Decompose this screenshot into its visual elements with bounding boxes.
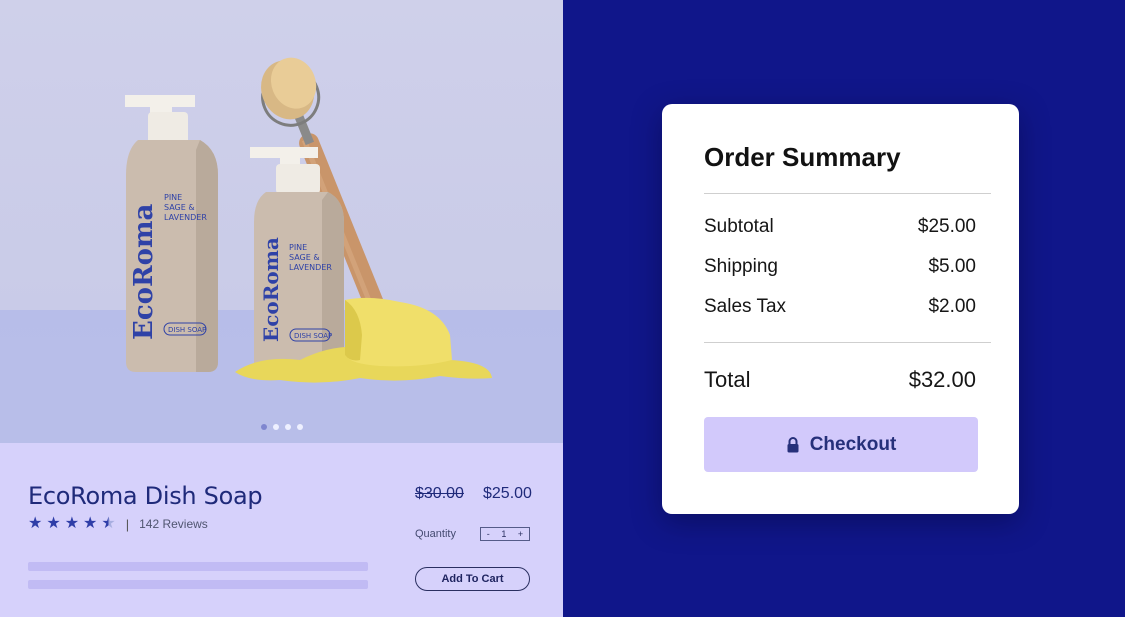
row-value: $5.00 bbox=[928, 256, 976, 277]
lock-icon bbox=[786, 436, 800, 453]
row-label: Subtotal bbox=[704, 216, 774, 237]
row-value: $25.00 bbox=[917, 216, 976, 237]
svg-text:DISH SOAP: DISH SOAP bbox=[294, 332, 332, 340]
total-row: Total $32.00 bbox=[704, 367, 976, 393]
carousel-dot[interactable] bbox=[272, 424, 279, 430]
svg-text:LAVENDER: LAVENDER bbox=[164, 213, 207, 222]
description-placeholder bbox=[28, 580, 368, 589]
product-photo-illustration: EcoRoma PINE SAGE & LAVENDER DISH SOAP E… bbox=[0, 57, 563, 443]
quantity-value[interactable]: 1 bbox=[501, 529, 506, 539]
add-to-cart-button[interactable]: Add To Cart bbox=[415, 567, 530, 591]
svg-text:EcoRoma: EcoRoma bbox=[129, 204, 159, 340]
rating: ★ ★ ★ ★ ★ | 142 Reviews bbox=[28, 515, 208, 533]
carousel-dots bbox=[0, 424, 563, 430]
quantity-increment-button[interactable]: + bbox=[518, 529, 523, 539]
svg-text:DISH SOAP: DISH SOAP bbox=[168, 326, 206, 334]
order-summary-card: Order Summary Subtotal $25.00 Shipping $… bbox=[662, 104, 1019, 514]
checkout-label: Checkout bbox=[809, 433, 897, 455]
review-count[interactable]: 142 Reviews bbox=[139, 517, 208, 531]
quantity-label: Quantity bbox=[415, 528, 456, 540]
description-placeholder bbox=[28, 562, 368, 571]
svg-text:PINE: PINE bbox=[164, 193, 182, 202]
row-value: $2.00 bbox=[928, 296, 976, 317]
svg-text:LAVENDER: LAVENDER bbox=[289, 263, 332, 272]
bottle-large: EcoRoma PINE SAGE & LAVENDER DISH SOAP bbox=[125, 95, 218, 372]
row-label: Sales Tax bbox=[704, 296, 787, 317]
sale-price: $25.00 bbox=[483, 485, 532, 502]
divider bbox=[704, 342, 991, 343]
sales-tax-row: Sales Tax $2.00 bbox=[704, 296, 976, 318]
original-price: $30.00 bbox=[415, 485, 464, 502]
total-label: Total bbox=[704, 367, 751, 392]
svg-text:SAGE &: SAGE & bbox=[164, 203, 195, 212]
total-value: $32.00 bbox=[908, 367, 976, 392]
row-label: Shipping bbox=[704, 256, 778, 277]
quantity-stepper: - 1 + bbox=[480, 527, 530, 541]
product-image[interactable]: EcoRoma PINE SAGE & LAVENDER DISH SOAP E… bbox=[0, 0, 563, 443]
star-icon: ★ bbox=[28, 515, 43, 532]
star-icon: ★ bbox=[83, 515, 98, 532]
svg-text:SAGE &: SAGE & bbox=[289, 253, 320, 262]
star-icon: ★ bbox=[64, 515, 80, 532]
order-summary-title: Order Summary bbox=[704, 142, 901, 172]
svg-text:PINE: PINE bbox=[289, 243, 307, 252]
product-title: EcoRoma Dish Soap bbox=[28, 482, 263, 510]
svg-text:EcoRoma: EcoRoma bbox=[259, 237, 283, 342]
quantity-decrement-button[interactable]: - bbox=[487, 529, 490, 539]
carousel-dot[interactable] bbox=[284, 424, 291, 430]
rating-separator: | bbox=[125, 516, 130, 532]
product-card: EcoRoma PINE SAGE & LAVENDER DISH SOAP E… bbox=[0, 0, 563, 617]
carousel-dot[interactable] bbox=[260, 424, 267, 430]
subtotal-row: Subtotal $25.00 bbox=[704, 216, 976, 238]
shipping-row: Shipping $5.00 bbox=[704, 256, 976, 278]
divider bbox=[704, 193, 991, 194]
checkout-button[interactable]: Checkout bbox=[704, 417, 978, 472]
half-star-icon: ★ bbox=[101, 515, 116, 532]
star-icon: ★ bbox=[46, 515, 61, 532]
carousel-dot[interactable] bbox=[296, 424, 303, 430]
